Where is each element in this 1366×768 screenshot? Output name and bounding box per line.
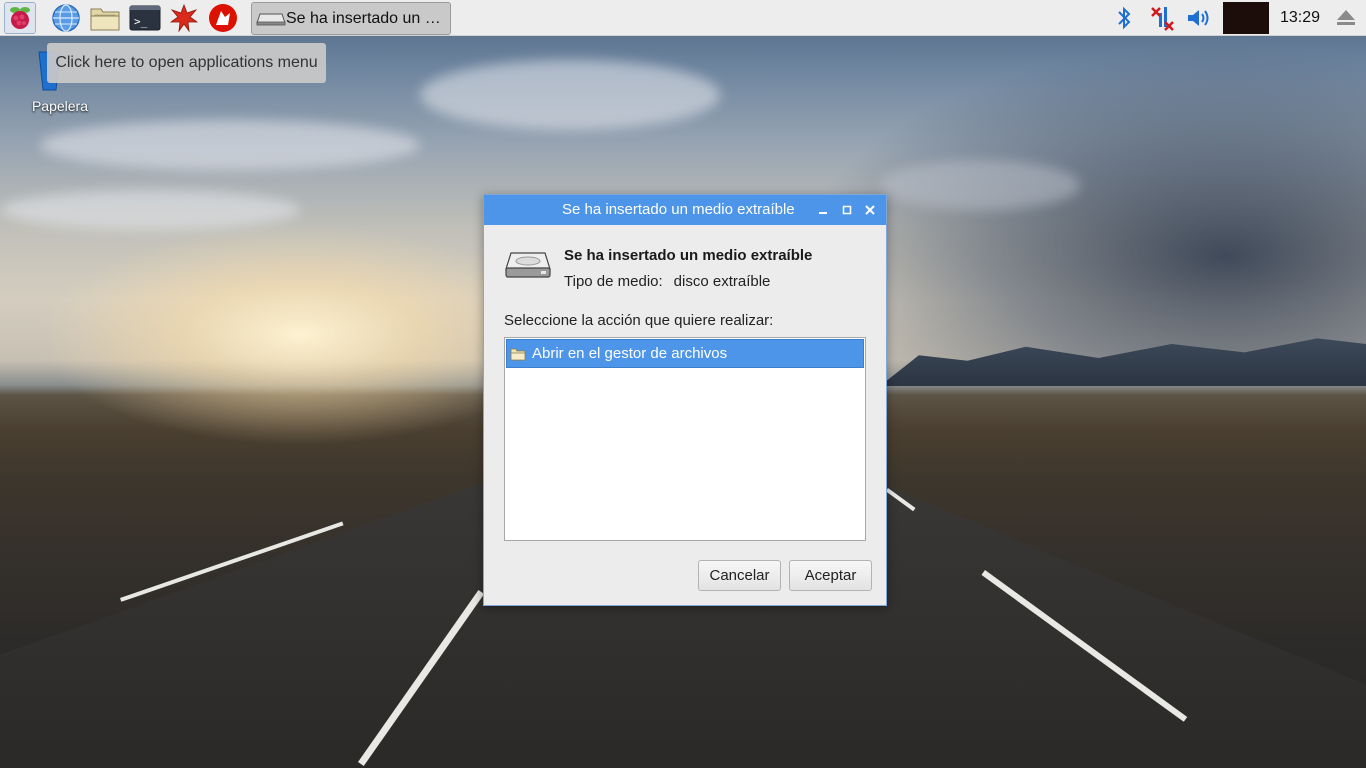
dialog-titlebar[interactable]: Se ha insertado un medio extraíble (484, 195, 886, 225)
action-list[interactable]: Abrir en el gestor de archivos (504, 337, 866, 541)
terminal-button[interactable]: >_ (129, 2, 161, 34)
action-item-label: Abrir en el gestor de archivos (532, 345, 728, 362)
minimize-button[interactable] (814, 200, 832, 220)
task-button-label: Se ha insertado un medio extraíble (286, 9, 448, 27)
terminal-icon: >_ (129, 5, 161, 31)
action-prompt: Seleccione la acción que quiere realizar… (504, 312, 774, 329)
bluetooth-icon (1118, 6, 1131, 30)
removable-media-dialog: Se ha insertado un medio extraíble Se ha… (483, 194, 887, 606)
media-type-row: Tipo de medio: disco extraíble (564, 273, 770, 290)
network-tray-button[interactable] (1148, 2, 1176, 34)
minimize-icon (819, 212, 827, 214)
trash-label[interactable]: Papelera (10, 98, 110, 114)
action-item-open-file-manager[interactable]: Abrir en el gestor de archivos (506, 339, 864, 368)
cancel-button[interactable]: Cancelar (698, 560, 781, 591)
volume-tray-button[interactable] (1185, 2, 1215, 34)
taskbar: >_ Se ha insertado un medio extraíble (0, 0, 1366, 36)
media-type-value: disco extraíble (673, 273, 771, 290)
ok-button[interactable]: Aceptar (789, 560, 872, 591)
cpu-monitor[interactable] (1223, 2, 1269, 34)
cloud (0, 190, 300, 230)
raspberry-icon (10, 7, 30, 29)
applications-menu-tooltip: Click here to open applications menu (47, 43, 326, 83)
cloud (880, 160, 1080, 210)
volume-icon (1188, 10, 1209, 26)
web-browser-button[interactable] (50, 2, 82, 34)
folder-icon (510, 348, 526, 360)
dialog-heading: Se ha insertado un medio extraíble (564, 247, 813, 264)
removable-drive-icon (505, 249, 551, 281)
task-button-removable-media[interactable]: Se ha insertado un medio extraíble (251, 2, 451, 35)
maximize-icon (842, 205, 852, 215)
wolfram-icon (209, 4, 237, 32)
eject-tray-button[interactable] (1332, 2, 1360, 34)
applications-menu-button[interactable] (4, 2, 36, 34)
mathematica-icon (170, 4, 198, 32)
media-type-label: Tipo de medio: (564, 273, 663, 290)
wolfram-button[interactable] (207, 2, 239, 34)
file-manager-button[interactable] (89, 2, 121, 34)
dialog-title: Se ha insertado un medio extraíble (562, 201, 795, 218)
cloud (40, 120, 420, 170)
eject-icon (1337, 10, 1355, 25)
cloud (420, 60, 720, 130)
bluetooth-tray-button[interactable] (1112, 2, 1136, 34)
clock[interactable]: 13:29 (1278, 0, 1322, 36)
folder-icon (90, 8, 120, 31)
mathematica-button[interactable] (168, 2, 200, 34)
network-disconnected-icon (1151, 7, 1174, 31)
svg-text:>_: >_ (134, 15, 148, 28)
close-button[interactable] (861, 200, 879, 220)
close-icon (865, 205, 875, 215)
globe-icon (52, 4, 80, 32)
drive-icon (256, 13, 286, 25)
maximize-button[interactable] (838, 200, 856, 220)
